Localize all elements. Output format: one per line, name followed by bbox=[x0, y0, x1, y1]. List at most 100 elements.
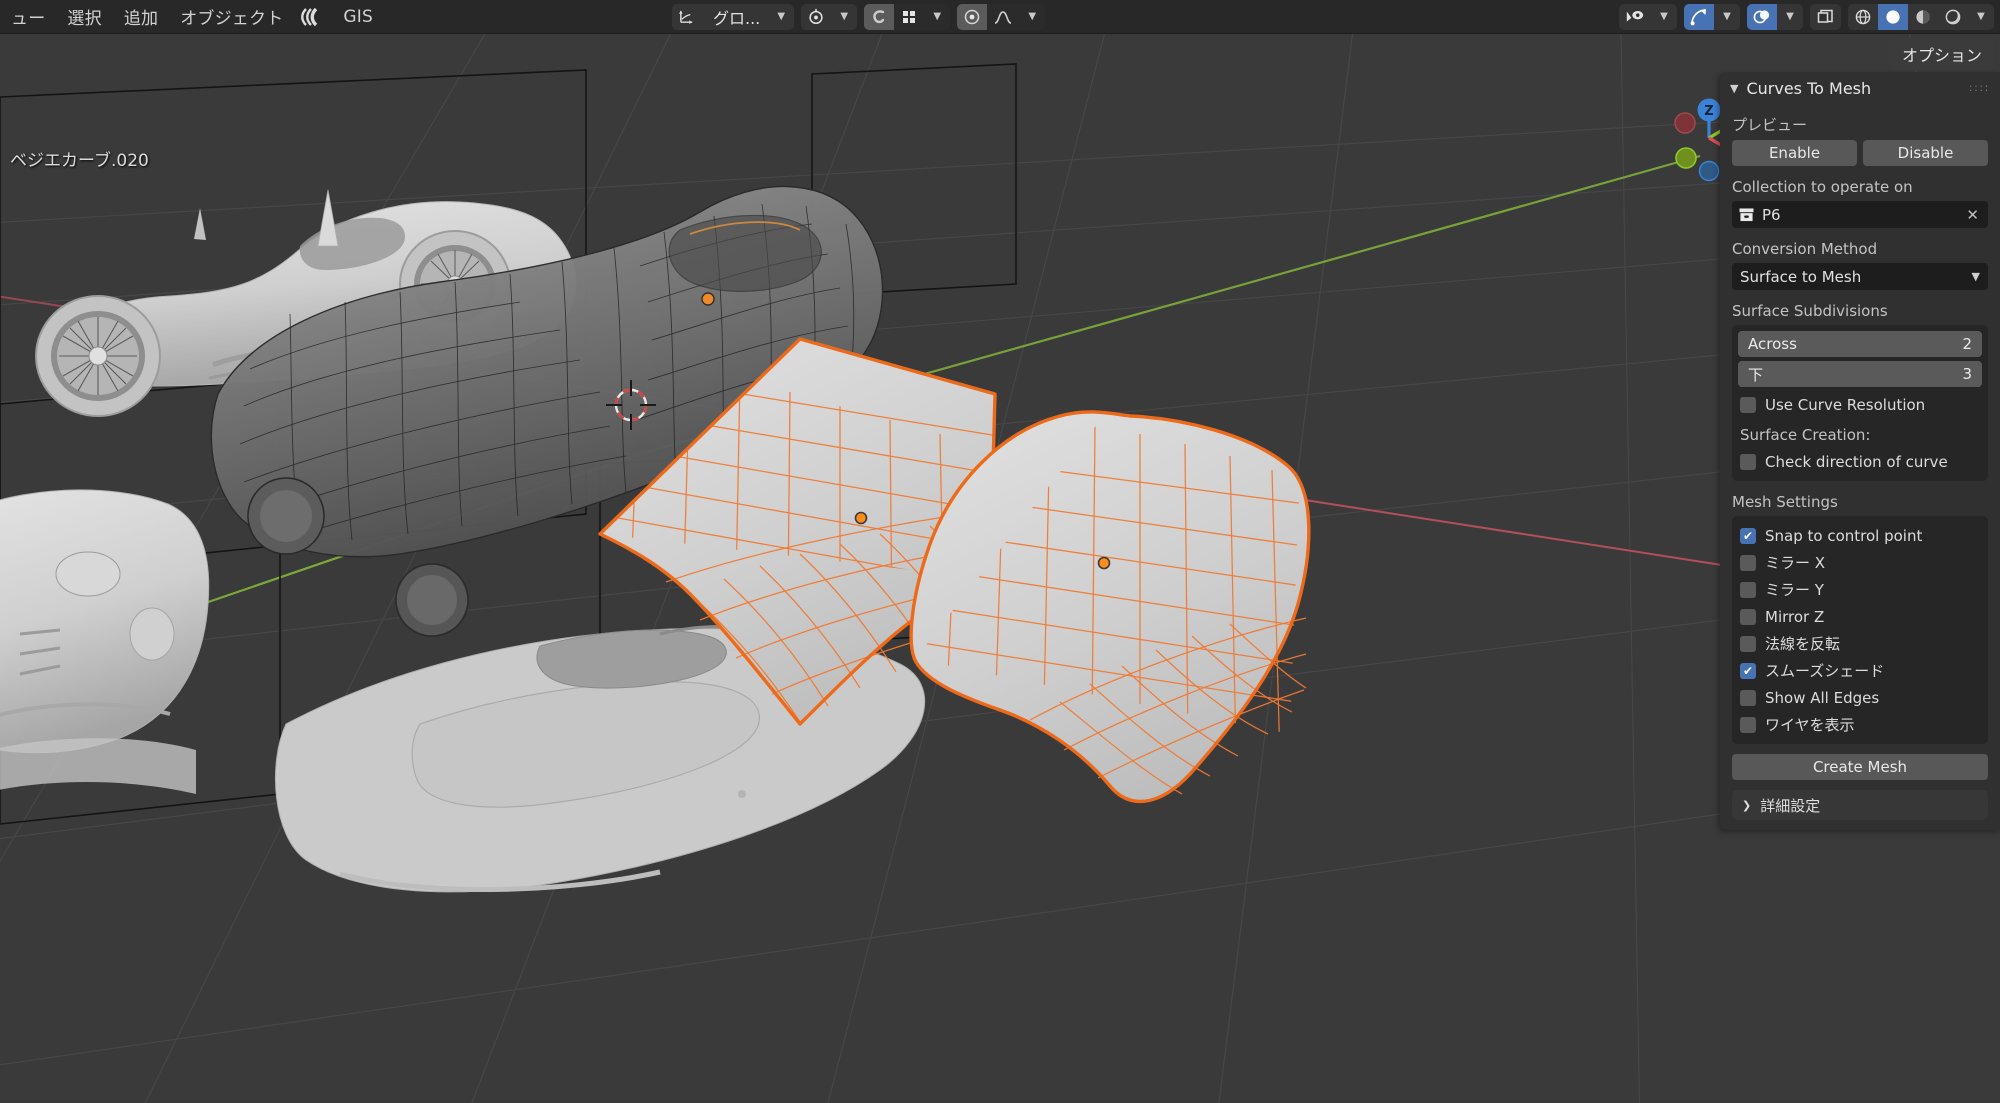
clear-collection-icon[interactable]: ✕ bbox=[1964, 206, 1981, 224]
surface-subdivisions-label: Surface Subdivisions bbox=[1732, 302, 1888, 320]
option-label: スムーズシェード bbox=[1765, 662, 1885, 680]
falloff-dropdown[interactable]: ▼ bbox=[1019, 3, 1046, 30]
surface-subdivisions-box: Across 2 下 3 Use Curve Resolution Surfac… bbox=[1732, 325, 1988, 481]
mirror-z-checkbox[interactable]: Mirror Z bbox=[1738, 603, 1982, 630]
rendered-shading-icon[interactable] bbox=[1938, 3, 1968, 30]
chevron-right-icon: ❯ bbox=[1742, 798, 1752, 812]
blender-window: ュー 選択 追加 オブジェクト GIS グロ... ▼ ▼ ▼ ▼ ▼ ▼ ▼ … bbox=[0, 0, 2000, 1103]
viewport-scene bbox=[0, 34, 2000, 1103]
proportional-falloff-toggle-icon[interactable] bbox=[957, 3, 988, 30]
collection-field[interactable]: P6 ✕ bbox=[1732, 201, 1988, 228]
menu-select[interactable]: 選択 bbox=[56, 1, 112, 32]
subdivisions-across-field[interactable]: Across 2 bbox=[1738, 331, 1982, 357]
solid-shading-icon[interactable] bbox=[1878, 3, 1908, 30]
conversion-method-dropdown[interactable]: Surface to Mesh ▼ bbox=[1732, 263, 1988, 290]
advanced-settings-section[interactable]: ❯ 詳細設定 bbox=[1732, 790, 1988, 820]
panel-title: Curves To Mesh bbox=[1746, 78, 1872, 98]
visibility-dropdown[interactable]: ▼ bbox=[1651, 3, 1677, 30]
mirror-y-checkbox[interactable]: ミラー Y bbox=[1738, 576, 1982, 603]
use-curve-resolution-checkbox[interactable]: Use Curve Resolution bbox=[1738, 391, 1982, 418]
transform-orientation-label: グロ... bbox=[713, 8, 761, 28]
gizmo-dropdown[interactable]: ▼ bbox=[1714, 3, 1740, 30]
checkbox-box bbox=[1740, 581, 1756, 598]
falloff-group: ▼ bbox=[957, 3, 1046, 30]
show-gizmo-icon[interactable] bbox=[1684, 3, 1714, 30]
collection-label: Collection to operate on bbox=[1732, 178, 1913, 196]
snap-base-icon[interactable] bbox=[894, 3, 925, 30]
surface-creation-label: Surface Creation: bbox=[1740, 426, 1871, 444]
checkbox-box: ✔ bbox=[1740, 662, 1756, 679]
object-visibility-icon[interactable] bbox=[1619, 3, 1651, 30]
show-all-edges-checkbox[interactable]: Show All Edges bbox=[1738, 684, 1982, 711]
snapping-dropdown[interactable]: ▼ bbox=[831, 3, 858, 30]
collection-value: P6 bbox=[1762, 205, 1781, 224]
subdivisions-down-label: 下 bbox=[1748, 365, 1764, 384]
wireframe-shading-icon[interactable] bbox=[1848, 3, 1878, 30]
curves-to-mesh-panel: ▼ Curves To Mesh :::: プレビュー Enable Disab… bbox=[1720, 72, 2000, 830]
check-direction-of-curve-checkbox[interactable]: Check direction of curve bbox=[1738, 448, 1982, 475]
proportional-dropdown[interactable]: ▼ bbox=[924, 3, 951, 30]
show-overlays-icon[interactable] bbox=[1747, 3, 1777, 30]
transform-orientation-icon[interactable] bbox=[672, 3, 701, 30]
option-label: 法線を反転 bbox=[1765, 635, 1841, 653]
chevron-down-icon: ▼ bbox=[1971, 270, 1980, 283]
gizmo-group: ▼ bbox=[1684, 3, 1740, 30]
shading-dropdown[interactable]: ▼ bbox=[1968, 3, 1994, 30]
menu-view[interactable]: ュー bbox=[0, 1, 56, 32]
transform-orientation-dropdown[interactable]: ▼ bbox=[768, 3, 795, 30]
use-curve-resolution-label: Use Curve Resolution bbox=[1765, 395, 1926, 414]
top-header-bar: ュー 選択 追加 オブジェクト GIS グロ... ▼ ▼ ▼ ▼ ▼ ▼ ▼ … bbox=[0, 0, 2000, 34]
menu-add[interactable]: 追加 bbox=[113, 1, 169, 32]
preview-label: プレビュー bbox=[1732, 116, 1808, 134]
checkbox-box bbox=[1740, 453, 1756, 470]
smooth-falloff-icon[interactable] bbox=[987, 3, 1020, 30]
magnet-icon[interactable] bbox=[801, 3, 832, 30]
checkbox-box bbox=[1740, 689, 1756, 706]
menu-object[interactable]: オブジェクト bbox=[169, 1, 294, 32]
checkbox-box bbox=[1740, 554, 1756, 571]
show-wire-checkbox[interactable]: ワイヤを表示 bbox=[1738, 711, 1982, 738]
visibility-group: ▼ bbox=[1619, 3, 1677, 30]
object-origin-dot-b bbox=[1097, 556, 1111, 570]
option-label: Mirror Z bbox=[1765, 607, 1825, 626]
proportional-editing-icon[interactable] bbox=[864, 3, 895, 30]
snap-to-control-point-checkbox[interactable]: ✔ Snap to control point bbox=[1738, 522, 1982, 549]
shading-modes-group: ▼ bbox=[1848, 3, 1994, 30]
snapping-group: ▼ bbox=[801, 3, 858, 30]
option-label: ワイヤを表示 bbox=[1765, 716, 1855, 734]
conversion-method-value: Surface to Mesh bbox=[1740, 267, 1862, 286]
chevron-down-icon: ▼ bbox=[1730, 81, 1739, 95]
option-label: ミラー Y bbox=[1765, 581, 1824, 599]
option-label: Snap to control point bbox=[1765, 526, 1923, 545]
subdivisions-across-value: 2 bbox=[1962, 335, 1972, 353]
flip-normals-checkbox[interactable]: 法線を反転 bbox=[1738, 630, 1982, 657]
smooth-shade-checkbox[interactable]: ✔ スムーズシェード bbox=[1738, 657, 1982, 684]
transform-orientation-value[interactable]: グロ... bbox=[701, 3, 769, 30]
option-label: Show All Edges bbox=[1765, 688, 1880, 707]
menu-gis[interactable]: GIS bbox=[332, 4, 384, 30]
panel-grip-icon: :::: bbox=[1968, 81, 1990, 94]
transform-orientation-group: グロ... ▼ bbox=[672, 3, 795, 30]
options-button[interactable]: オプション bbox=[1889, 38, 1994, 70]
advanced-settings-label: 詳細設定 bbox=[1760, 796, 1821, 815]
mirror-x-checkbox[interactable]: ミラー X bbox=[1738, 549, 1982, 576]
checkbox-box bbox=[1740, 635, 1756, 652]
panel-header[interactable]: ▼ Curves To Mesh :::: bbox=[1720, 72, 2000, 104]
material-preview-shading-icon[interactable] bbox=[1908, 3, 1938, 30]
gis-addon-icon[interactable] bbox=[294, 7, 332, 27]
xray-group bbox=[1810, 3, 1841, 30]
toggle-xray-icon[interactable] bbox=[1810, 3, 1841, 30]
conversion-method-label: Conversion Method bbox=[1732, 240, 1878, 258]
checkbox-box: ✔ bbox=[1740, 527, 1756, 544]
proportional-editing-group: ▼ bbox=[864, 3, 951, 30]
collection-icon bbox=[1739, 207, 1754, 222]
enable-button[interactable]: Enable bbox=[1732, 140, 1857, 166]
create-mesh-button[interactable]: Create Mesh bbox=[1732, 754, 1988, 780]
overlays-dropdown[interactable]: ▼ bbox=[1777, 3, 1803, 30]
viewport-display-controls: ▼ ▼ ▼ ▼ bbox=[1612, 3, 1994, 30]
option-label: ミラー X bbox=[1765, 554, 1826, 572]
check-direction-label: Check direction of curve bbox=[1765, 452, 1948, 471]
subdivisions-down-field[interactable]: 下 3 bbox=[1738, 361, 1982, 387]
disable-button[interactable]: Disable bbox=[1863, 140, 1988, 166]
3d-viewport[interactable]: ベジエカーブ.020 Z Y X bbox=[0, 34, 2000, 1103]
